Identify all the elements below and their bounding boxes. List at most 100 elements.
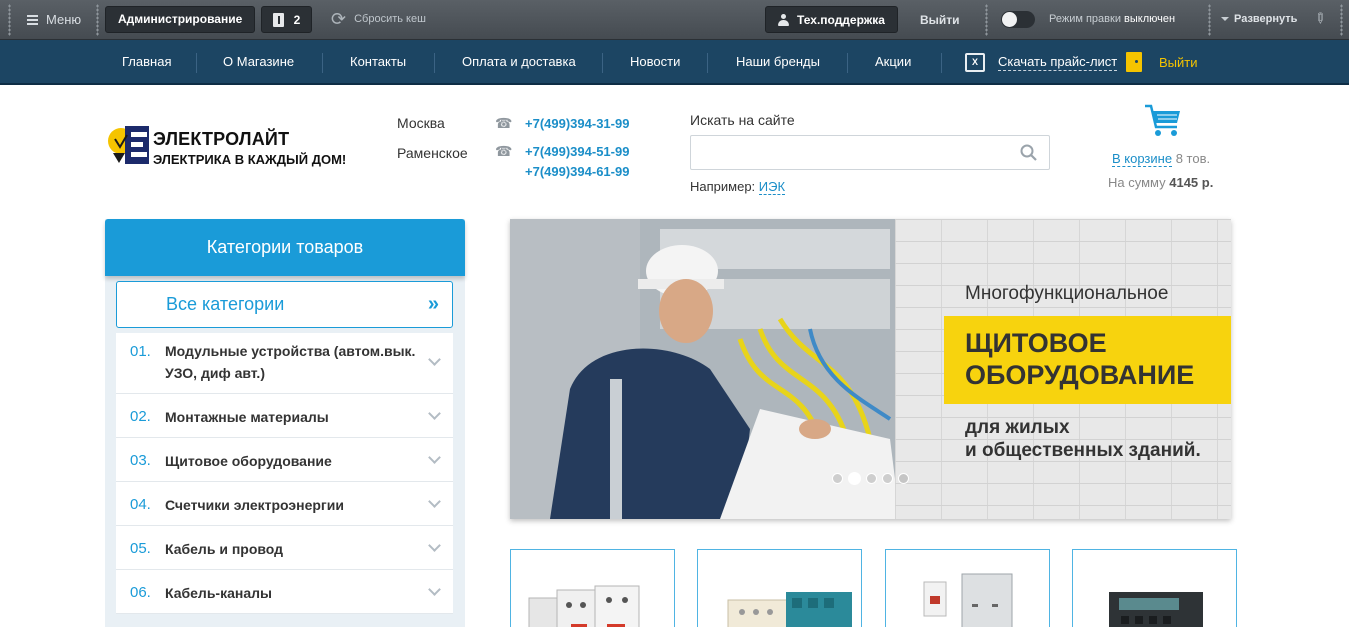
nav-divider — [602, 53, 603, 73]
search-input[interactable] — [691, 136, 1011, 169]
category-sidebar: Категории товаров Все категории » 01. Мо… — [105, 219, 465, 627]
electricity-meter-image — [1109, 592, 1203, 627]
shopping-cart-icon[interactable] — [1143, 103, 1183, 139]
nav-item-promotions[interactable]: Акции — [875, 54, 911, 69]
all-categories-label: Все категории — [166, 294, 285, 314]
tech-support-label: Тех.поддержка — [797, 12, 885, 27]
banner-subtitle-line2: и общественных зданий. — [965, 440, 1201, 461]
nav-divider — [941, 53, 942, 73]
chevron-down-icon[interactable] — [428, 539, 441, 552]
phone-ramenskoe-1[interactable]: +7(499)394-51-99 — [525, 144, 629, 159]
edit-mode-state: выключен — [1124, 13, 1176, 25]
category-number: 02. — [130, 408, 151, 425]
search-example-link[interactable]: ИЭК — [758, 179, 786, 195]
toggle-knob — [1002, 12, 1017, 27]
expand-label: Развернуть — [1234, 13, 1298, 25]
logo-slogan: ЭЛЕКТРИКА В КАЖДЫЙ ДОМ! — [153, 152, 347, 167]
drag-grip-icon[interactable] — [8, 4, 11, 36]
expand-panel-button[interactable]: Развернуть — [1221, 13, 1297, 25]
chevron-down-icon[interactable] — [428, 451, 441, 464]
download-price-list-link[interactable]: Скачать прайс-лист — [998, 54, 1118, 71]
chevron-down-icon[interactable] — [428, 407, 441, 420]
nav-item-news[interactable]: Новости — [630, 54, 680, 69]
chevron-down-icon[interactable] — [428, 495, 441, 508]
tech-support-button[interactable]: Тех.поддержка — [765, 6, 898, 33]
switchboard-image — [923, 573, 1013, 627]
edit-mode-label: Режим правки — [1049, 13, 1121, 25]
banner-subtitle: для жилых и общественных зданий. — [965, 416, 1201, 462]
cart-link[interactable]: В корзине — [1112, 151, 1173, 167]
nav-logout-link[interactable]: Выйти — [1159, 55, 1198, 70]
admin-logout-link[interactable]: Выйти — [920, 13, 960, 27]
all-categories-button[interactable]: Все категории » — [116, 281, 453, 328]
admin-menu-button[interactable]: Меню — [27, 12, 81, 27]
category-name: Счетчики электроэнергии — [165, 497, 344, 513]
cart-sum-label: На сумму — [1108, 175, 1166, 190]
top-navigation: Главная О Магазине Контакты Оплата и дос… — [0, 40, 1349, 85]
product-card[interactable] — [885, 549, 1050, 627]
category-name: Монтажные материалы — [165, 409, 329, 425]
category-number: 03. — [130, 452, 151, 469]
slider-dot[interactable] — [832, 473, 843, 484]
lightbulb-logo-icon — [108, 126, 149, 164]
site-logo[interactable]: ЭЛЕКТРОЛАЙТ ЭЛЕКТРИКА В КАЖДЫЙ ДОМ! — [107, 121, 367, 171]
search-example-prefix: Например: — [690, 179, 756, 194]
category-sidebar-title: Категории товаров — [105, 219, 465, 276]
chevron-down-icon[interactable] — [428, 353, 441, 366]
slider-dot-active[interactable] — [848, 472, 861, 485]
phone-icon: ☎ — [495, 143, 513, 159]
reset-cache-button[interactable]: ⟳ Сбросить кеш — [331, 10, 426, 28]
phone-icon: ☎ — [495, 115, 513, 131]
category-number: 06. — [130, 584, 151, 601]
administration-button[interactable]: Администрирование — [105, 6, 256, 33]
product-card[interactable] — [697, 549, 862, 627]
category-number: 01. — [130, 343, 151, 360]
pin-icon[interactable]: ✎ — [1310, 8, 1330, 28]
category-item[interactable]: 03. Щитовое оборудование — [116, 438, 453, 482]
category-item[interactable]: 05. Кабель и провод — [116, 526, 453, 570]
category-name: Кабель и провод — [165, 541, 284, 557]
category-item[interactable]: 06. Кабель-каналы — [116, 570, 453, 614]
city-ramenskoe: Раменское — [397, 145, 468, 161]
nav-item-payment-delivery[interactable]: Оплата и доставка — [462, 54, 576, 69]
banner-pretitle: Многофункциональное — [965, 283, 1169, 304]
slider-dot[interactable] — [898, 473, 909, 484]
edit-mode-toggle[interactable] — [1001, 11, 1035, 28]
category-number: 04. — [130, 496, 151, 513]
search-label: Искать на сайте — [690, 112, 795, 128]
slider-dots — [832, 472, 909, 485]
product-card[interactable] — [510, 549, 675, 627]
nav-divider — [322, 53, 323, 73]
double-chevron-right-icon: » — [427, 293, 439, 315]
cart-sum: На сумму 4145 р. — [1108, 175, 1213, 190]
phone-ramenskoe-2[interactable]: +7(499)394-61-99 — [525, 164, 629, 179]
category-name: Кабель-каналы — [165, 585, 272, 601]
category-item[interactable]: 02. Монтажные материалы — [116, 394, 453, 438]
notifications-count: 2 — [293, 12, 301, 27]
category-list: 01. Модульные устройства (автом.вык. УЗО… — [116, 333, 453, 614]
chevron-down-icon[interactable] — [428, 583, 441, 596]
logout-door-icon[interactable] — [1126, 52, 1142, 72]
slider-dot[interactable] — [866, 473, 877, 484]
product-card[interactable] — [1072, 549, 1237, 627]
search-icon[interactable] — [1020, 144, 1037, 161]
admin-menu-label: Меню — [46, 12, 82, 27]
edit-mode-text: Режим правки выключен — [1049, 13, 1175, 25]
nav-item-brands[interactable]: Наши бренды — [736, 54, 820, 69]
mounting-materials-image — [727, 592, 852, 627]
notification-icon — [272, 12, 284, 27]
drag-grip-icon[interactable] — [1340, 4, 1343, 36]
modular-breakers-image — [528, 585, 640, 627]
nav-item-contacts[interactable]: Контакты — [350, 54, 406, 69]
category-item[interactable]: 04. Счетчики электроэнергии — [116, 482, 453, 526]
phone-moscow[interactable]: +7(499)394-31-99 — [525, 116, 629, 131]
cart-sum-value: 4145 р. — [1169, 175, 1214, 190]
nav-item-about[interactable]: О Магазине — [223, 54, 294, 69]
notifications-button[interactable]: 2 — [261, 6, 312, 33]
category-number: 05. — [130, 540, 151, 557]
slider-dot[interactable] — [882, 473, 893, 484]
category-item[interactable]: 01. Модульные устройства (автом.вык. УЗО… — [116, 333, 453, 394]
promo-banner[interactable]: Многофункциональное ЩИТОВОЕ ОБОРУДОВАНИЕ… — [510, 219, 1231, 519]
search-field — [690, 135, 1050, 170]
nav-item-home[interactable]: Главная — [122, 54, 171, 69]
